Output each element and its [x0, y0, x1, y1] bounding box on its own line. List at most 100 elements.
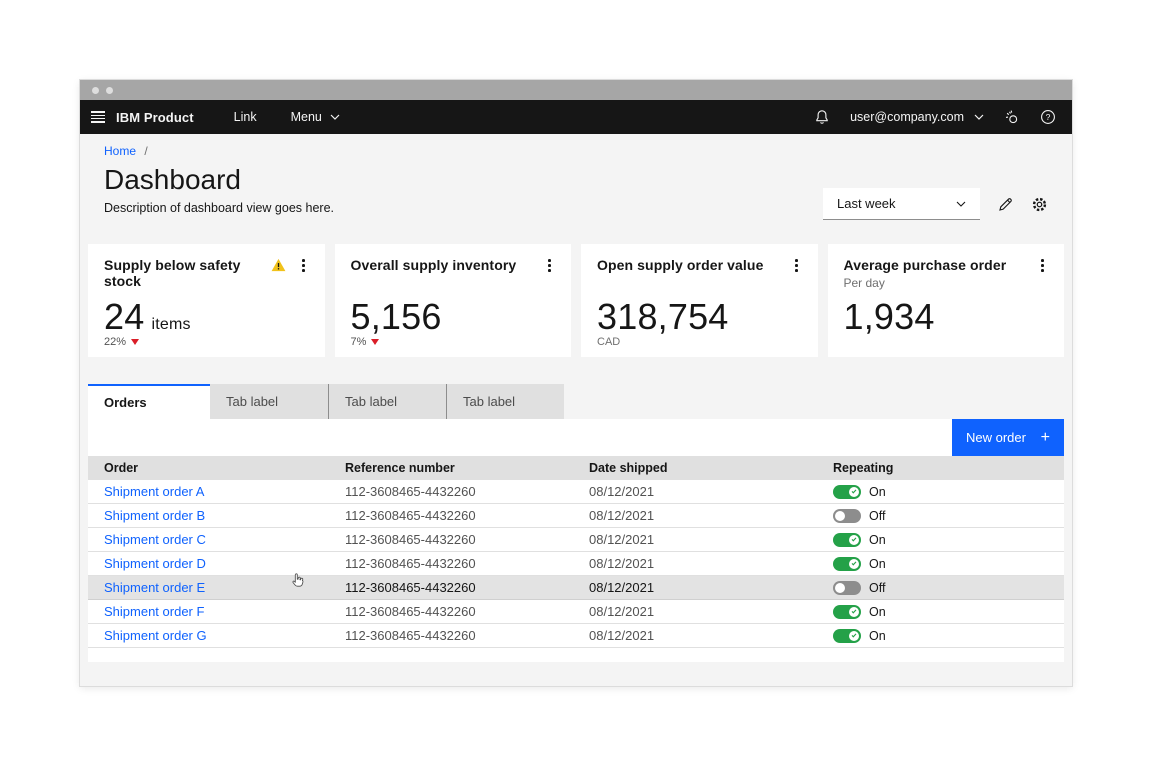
card-subtitle: Per day	[844, 276, 1007, 290]
user-menu[interactable]: user@company.com	[850, 110, 984, 124]
column-header-order[interactable]: Order	[104, 461, 345, 475]
breadcrumb-home-link[interactable]: Home	[104, 144, 136, 158]
repeating-toggle[interactable]	[833, 533, 861, 547]
page-content: Home / Dashboard Description of dashboar…	[80, 134, 1072, 686]
order-link[interactable]: Shipment order A	[104, 484, 204, 499]
table-row[interactable]: Shipment order G 112-3608465-4432260 08/…	[88, 624, 1064, 648]
order-link[interactable]: Shipment order F	[104, 604, 204, 619]
table-row-hovered[interactable]: Shipment order E 112-3608465-4432260 08/…	[88, 576, 1064, 600]
breadcrumb: Home /	[104, 144, 1048, 158]
gear-icon[interactable]	[1030, 195, 1048, 213]
svg-text:?: ?	[1046, 112, 1051, 122]
card-overall-supply-inventory: Overall supply inventory 5,156 7%	[335, 244, 572, 357]
nav-link[interactable]: Link	[234, 110, 257, 124]
order-link[interactable]: Shipment order C	[104, 532, 206, 547]
table-header-row: Order Reference number Date shipped Repe…	[88, 456, 1064, 480]
repeating-toggle[interactable]	[833, 629, 861, 643]
toggle-label: On	[869, 485, 886, 499]
kebab-menu-icon[interactable]	[298, 257, 309, 274]
tab-label-1[interactable]: Tab label	[210, 384, 328, 419]
tab-label-2[interactable]: Tab label	[328, 384, 446, 419]
tab-label-3[interactable]: Tab label	[446, 384, 564, 419]
column-header-repeating[interactable]: Repeating	[833, 461, 1064, 475]
toggle-label: On	[869, 629, 886, 643]
kebab-menu-icon[interactable]	[1037, 257, 1048, 274]
window-control-dot[interactable]	[92, 87, 99, 94]
reference-cell: 112-3608465-4432260	[345, 556, 589, 571]
repeating-toggle[interactable]	[833, 605, 861, 619]
order-link[interactable]: Shipment order G	[104, 628, 207, 643]
card-value: 318,754	[597, 296, 729, 338]
toggle-label: On	[869, 557, 886, 571]
date-cell: 08/12/2021	[589, 628, 833, 643]
repeating-toggle[interactable]	[833, 509, 861, 523]
table-row[interactable]: Shipment order A 112-3608465-4432260 08/…	[88, 480, 1064, 504]
card-unit: items	[151, 316, 190, 334]
pencil-icon[interactable]	[996, 195, 1014, 213]
chevron-down-icon	[330, 114, 340, 120]
bell-icon[interactable]	[814, 109, 830, 125]
period-dropdown-value: Last week	[837, 196, 896, 211]
product-name: IBM Product	[116, 110, 194, 125]
reference-cell: 112-3608465-4432260	[345, 604, 589, 619]
page-description: Description of dashboard view goes here.	[104, 201, 334, 215]
hamburger-menu-icon[interactable]	[80, 100, 116, 134]
nav-menu[interactable]: Menu	[291, 110, 340, 124]
warning-icon	[271, 258, 286, 272]
help-icon[interactable]: ?	[1040, 109, 1056, 125]
tab-orders[interactable]: Orders	[88, 384, 210, 419]
card-value: 5,156	[351, 296, 442, 338]
card-value: 1,934	[844, 296, 935, 338]
date-cell: 08/12/2021	[589, 484, 833, 499]
caret-down-icon	[131, 339, 139, 345]
card-title: Supply below safety stock	[104, 257, 271, 289]
repeating-toggle[interactable]	[833, 581, 861, 595]
kebab-menu-icon[interactable]	[544, 257, 555, 274]
toggle-label: On	[869, 605, 886, 619]
order-link[interactable]: Shipment order E	[104, 580, 205, 595]
card-title: Average purchase order	[844, 257, 1007, 273]
card-caption: CAD	[597, 336, 620, 348]
table-row[interactable]: Shipment order D 112-3608465-4432260 08/…	[88, 552, 1064, 576]
toggle-label: Off	[869, 509, 885, 523]
date-cell: 08/12/2021	[589, 580, 833, 595]
plus-icon: +	[1041, 430, 1050, 446]
app-header: IBM Product Link Menu user@company.com	[80, 100, 1072, 134]
toggle-label: Off	[869, 581, 885, 595]
page-title: Dashboard	[104, 164, 334, 196]
window-control-dot[interactable]	[106, 87, 113, 94]
column-header-reference[interactable]: Reference number	[345, 461, 589, 475]
toggle-label: On	[869, 533, 886, 547]
reference-cell: 112-3608465-4432260	[345, 484, 589, 499]
card-title: Overall supply inventory	[351, 257, 517, 273]
card-delta: 7%	[351, 336, 367, 348]
order-link[interactable]: Shipment order D	[104, 556, 206, 571]
card-title: Open supply order value	[597, 257, 763, 273]
tab-bar: Orders Tab label Tab label Tab label	[88, 384, 1064, 419]
breadcrumb-separator: /	[144, 144, 147, 158]
idea-icon[interactable]	[1004, 109, 1020, 125]
repeating-toggle[interactable]	[833, 485, 861, 499]
orders-panel: New order + Order Reference number Date …	[88, 419, 1064, 662]
column-header-date[interactable]: Date shipped	[589, 461, 833, 475]
date-cell: 08/12/2021	[589, 604, 833, 619]
order-link[interactable]: Shipment order B	[104, 508, 205, 523]
reference-cell: 112-3608465-4432260	[345, 580, 589, 595]
card-supply-below-safety-stock: Supply below safety stock 24	[88, 244, 325, 357]
table-row[interactable]: Shipment order B 112-3608465-4432260 08/…	[88, 504, 1064, 528]
date-cell: 08/12/2021	[589, 556, 833, 571]
new-order-button[interactable]: New order +	[952, 419, 1064, 456]
date-cell: 08/12/2021	[589, 508, 833, 523]
card-average-purchase-order: Average purchase order Per day 1,934	[828, 244, 1065, 357]
date-cell: 08/12/2021	[589, 532, 833, 547]
table-row[interactable]: Shipment order C 112-3608465-4432260 08/…	[88, 528, 1064, 552]
reference-cell: 112-3608465-4432260	[345, 508, 589, 523]
reference-cell: 112-3608465-4432260	[345, 532, 589, 547]
period-dropdown[interactable]: Last week	[823, 188, 980, 220]
kebab-menu-icon[interactable]	[791, 257, 802, 274]
table-row[interactable]: Shipment order F 112-3608465-4432260 08/…	[88, 600, 1064, 624]
repeating-toggle[interactable]	[833, 557, 861, 571]
card-open-supply-order-value: Open supply order value 318,754 CAD	[581, 244, 818, 357]
reference-cell: 112-3608465-4432260	[345, 628, 589, 643]
card-delta: 22%	[104, 336, 126, 348]
